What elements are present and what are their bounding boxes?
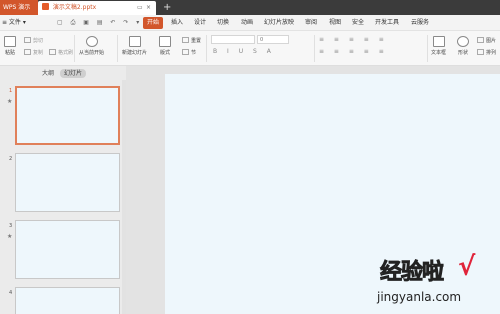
slide-panel: 大纲 幻灯片 1 ★ 2 3 ★ 4 bbox=[0, 66, 126, 314]
tab-insert[interactable]: 插入 bbox=[167, 17, 187, 29]
picture-icon bbox=[477, 37, 484, 43]
tab-transitions[interactable]: 切换 bbox=[213, 17, 233, 29]
tab-animations[interactable]: 动画 bbox=[237, 17, 257, 29]
slide-canvas[interactable] bbox=[165, 74, 500, 314]
tab-cloud[interactable]: 云服务 bbox=[407, 17, 433, 29]
shape-icon bbox=[457, 36, 469, 47]
close-tab-icon[interactable]: × bbox=[146, 1, 151, 15]
slide-thumbnail-1[interactable] bbox=[15, 86, 120, 145]
scissors-icon bbox=[24, 37, 31, 43]
animation-star-icon: ★ bbox=[7, 233, 13, 240]
new-slide-label: 新建幻灯片 bbox=[122, 50, 148, 56]
section-label: 节 bbox=[191, 50, 197, 56]
copy-button[interactable]: 复制 bbox=[24, 49, 43, 56]
layout-label: 版式 bbox=[159, 50, 170, 56]
new-slide-button[interactable]: 新建幻灯片 bbox=[122, 36, 147, 56]
slide-thumbnail-2[interactable] bbox=[15, 153, 120, 212]
quick-access-toolbar[interactable]: ▢ ⎙ ▣ ▤ ↶ ↷ ▾ bbox=[57, 19, 142, 27]
arrange-label: 排列 bbox=[486, 50, 497, 56]
app-tab[interactable]: WPS 演示 bbox=[0, 0, 38, 15]
reset-label: 重置 bbox=[191, 38, 202, 44]
new-tab-button[interactable]: + bbox=[163, 0, 171, 15]
brush-icon bbox=[49, 49, 56, 55]
section-icon bbox=[182, 49, 189, 55]
panel-tabs: 大纲 幻灯片 bbox=[0, 66, 126, 80]
tab-window-icon[interactable]: ▭ bbox=[137, 1, 143, 15]
paste-button[interactable]: 粘贴 bbox=[4, 36, 16, 56]
ribbon-toolbar: 粘贴 剪切 复制 格式刷 从当前开始 新建幻灯片 版式 重置 节 0 B I U… bbox=[0, 31, 500, 66]
watermark-url: jingyanla.com bbox=[377, 290, 462, 304]
toolbar-divider bbox=[206, 35, 207, 62]
text-box-label: 文本框 bbox=[431, 50, 447, 56]
slide-number: 4 bbox=[9, 290, 13, 296]
clipboard-icon bbox=[4, 36, 16, 47]
play-from-current-label: 从当前开始 bbox=[79, 50, 105, 56]
animation-star-icon: ★ bbox=[7, 98, 13, 105]
play-from-current-button[interactable]: 从当前开始 bbox=[79, 36, 104, 56]
presentation-file-icon bbox=[42, 3, 49, 10]
toolbar-divider bbox=[314, 35, 315, 62]
slide-number: 2 bbox=[9, 156, 13, 162]
document-tab-label: 演示文稿2.pptx bbox=[52, 4, 97, 11]
title-bar: WPS 演示 演示文稿2.pptx ▭ × + bbox=[0, 0, 500, 15]
arrange-button[interactable]: 排列 bbox=[477, 49, 496, 56]
tab-review[interactable]: 审阅 bbox=[301, 17, 321, 29]
toolbar-divider bbox=[117, 35, 118, 62]
tab-view[interactable]: 视图 bbox=[325, 17, 345, 29]
tab-security[interactable]: 安全 bbox=[348, 17, 368, 29]
picture-button[interactable]: 图片 bbox=[477, 37, 496, 44]
format-painter-label: 格式刷 bbox=[58, 50, 74, 56]
picture-label: 图片 bbox=[486, 38, 497, 44]
shape-label: 形状 bbox=[457, 50, 468, 56]
text-box-button[interactable]: 文本框 bbox=[431, 36, 446, 56]
alignment-buttons[interactable]: ≡ ≡ ≡ ≡ ≡ bbox=[319, 48, 388, 55]
layout-icon bbox=[159, 36, 171, 47]
text-box-icon bbox=[432, 36, 445, 47]
cut-label: 剪切 bbox=[33, 38, 44, 44]
watermark-check-icon: √ bbox=[458, 252, 476, 282]
editing-area bbox=[126, 66, 500, 314]
slide-number: 3 bbox=[9, 223, 13, 229]
copy-icon bbox=[24, 49, 31, 55]
reset-icon bbox=[182, 37, 189, 43]
layout-button[interactable]: 版式 bbox=[159, 36, 171, 56]
shape-button[interactable]: 形状 bbox=[457, 36, 469, 56]
play-icon bbox=[85, 36, 98, 47]
text-format-buttons[interactable]: B I U S A bbox=[213, 48, 275, 55]
document-tab[interactable]: 演示文稿2.pptx ▭ × bbox=[38, 1, 156, 15]
tab-outline[interactable]: 大纲 bbox=[38, 69, 58, 78]
cut-button[interactable]: 剪切 bbox=[24, 37, 43, 44]
tab-slides[interactable]: 幻灯片 bbox=[60, 69, 87, 78]
slide-thumbnail-4[interactable] bbox=[15, 287, 120, 314]
format-painter-button[interactable]: 格式刷 bbox=[49, 49, 73, 56]
new-slide-icon bbox=[128, 36, 141, 47]
toolbar-divider bbox=[74, 35, 75, 62]
slide-number: 1 bbox=[9, 88, 13, 94]
tab-developer[interactable]: 开发工具 bbox=[371, 17, 403, 29]
tab-design[interactable]: 设计 bbox=[190, 17, 210, 29]
slide-thumbnail-3[interactable] bbox=[15, 220, 120, 279]
paste-label: 粘贴 bbox=[4, 50, 15, 56]
menu-bar: ≡ 文件 ▾ ▢ ⎙ ▣ ▤ ↶ ↷ ▾ 开始 插入 设计 切换 动画 幻灯片放… bbox=[0, 15, 500, 31]
font-family-select[interactable] bbox=[211, 35, 255, 44]
tab-home[interactable]: 开始 bbox=[143, 17, 164, 29]
paragraph-buttons[interactable]: ≡ ≡ ≡ ≡ ≡ bbox=[319, 36, 388, 43]
font-size-select[interactable]: 0 bbox=[257, 35, 289, 44]
file-menu-button[interactable]: ≡ 文件 ▾ bbox=[2, 17, 26, 29]
arrange-icon bbox=[477, 49, 484, 55]
toolbar-divider bbox=[427, 35, 428, 62]
tab-slideshow[interactable]: 幻灯片放映 bbox=[260, 17, 298, 29]
reset-button[interactable]: 重置 bbox=[182, 37, 201, 44]
section-button[interactable]: 节 bbox=[182, 49, 196, 56]
copy-label: 复制 bbox=[33, 50, 44, 56]
watermark-text: 经验啦 bbox=[380, 260, 445, 286]
